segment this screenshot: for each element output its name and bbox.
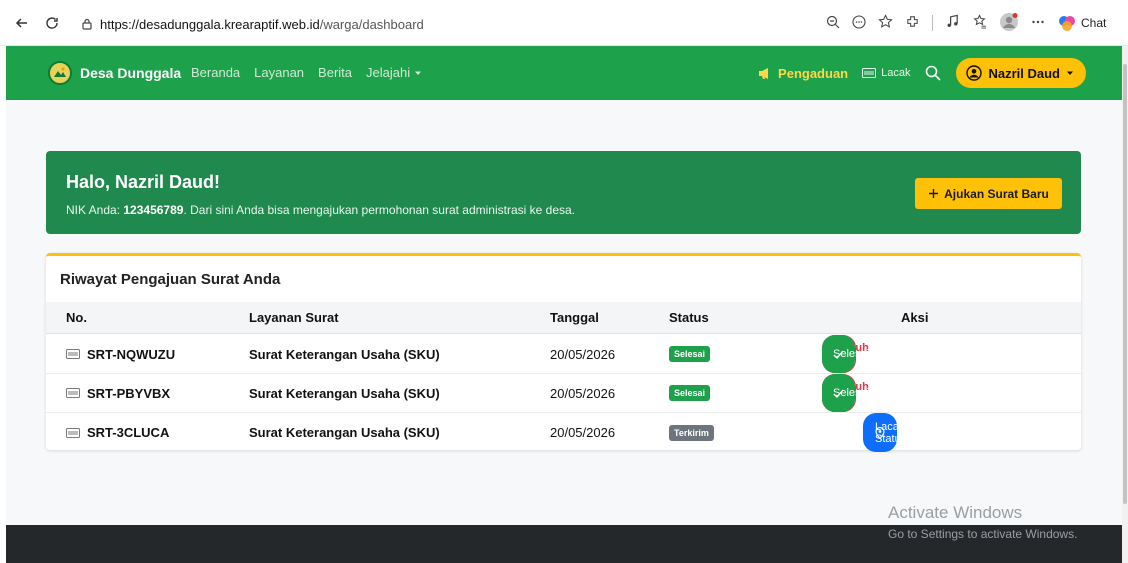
brand-name: Desa Dunggala bbox=[80, 65, 182, 81]
copilot-icon[interactable]: Chat bbox=[1057, 13, 1106, 33]
caret-down-icon bbox=[1067, 71, 1073, 75]
service-name: Surat Keterangan Usaha (SKU) bbox=[249, 425, 440, 440]
navbar-actions: Pengaduan Lacak Nazril Daud bbox=[758, 58, 1086, 88]
letter-number-text: SRT-3CLUCA bbox=[87, 425, 170, 440]
page-viewport: Desa Dunggala Beranda Layanan Berita Jel… bbox=[6, 46, 1122, 563]
status-cell: Selesai bbox=[669, 335, 711, 373]
village-logo-icon bbox=[48, 61, 72, 85]
menu-item-jelajahi[interactable]: Jelajahi bbox=[366, 65, 422, 80]
url-path: /warga/dashboard bbox=[319, 16, 424, 32]
collections-icon[interactable] bbox=[972, 14, 987, 32]
complaint-link[interactable]: Pengaduan bbox=[758, 66, 848, 81]
col-header-actions: Aksi bbox=[901, 310, 929, 325]
main-menu: Beranda Layanan Berita Jelajahi bbox=[191, 65, 422, 80]
back-arrow-icon[interactable] bbox=[12, 13, 32, 33]
user-menu-button[interactable]: Nazril Daud bbox=[956, 58, 1086, 88]
table-row: SRT-3CLUCA Surat Keterangan Usaha (SKU) … bbox=[46, 413, 1081, 452]
track-status-label: Lacak Status bbox=[875, 420, 907, 445]
refresh-icon[interactable] bbox=[42, 13, 62, 33]
history-title: Riwayat Pengajuan Surat Anda bbox=[60, 271, 281, 288]
nik-prefix: NIK Anda: bbox=[66, 203, 124, 217]
ticket-icon bbox=[66, 388, 80, 398]
track-status-button[interactable]: Lacak Status bbox=[863, 413, 906, 452]
new-letter-button[interactable]: Ajukan Surat Baru bbox=[915, 178, 1062, 209]
address-bar[interactable]: https://desadunggala.krearaptif.web.id/w… bbox=[72, 13, 902, 35]
caret-down-icon bbox=[415, 71, 422, 75]
menu-item-layanan[interactable]: Layanan bbox=[254, 65, 304, 80]
url-host: https://desadunggala.krearaptif.web.id bbox=[100, 16, 320, 32]
zoom-icon[interactable] bbox=[826, 15, 840, 32]
nik-value: 123456789 bbox=[123, 203, 184, 217]
status-cell: Terkirim bbox=[669, 413, 714, 452]
letter-number: SRT-PBYVBX bbox=[66, 374, 170, 412]
search-icon[interactable] bbox=[924, 64, 942, 82]
browser-toolbar: https://desadunggala.krearaptif.web.id/w… bbox=[0, 0, 1128, 46]
status-cell: Selesai bbox=[669, 374, 711, 412]
brand-link[interactable]: Desa Dunggala bbox=[48, 61, 181, 85]
activate-windows-watermark: Activate Windows Go to Settings to activ… bbox=[888, 503, 1077, 541]
plus-icon bbox=[929, 189, 939, 198]
nik-suffix: . Dari sini Anda bisa mengajukan permoho… bbox=[183, 203, 575, 217]
welcome-banner: Halo, Nazril Daud! NIK Anda: 123456789. … bbox=[46, 151, 1081, 234]
letter-number: SRT-3CLUCA bbox=[66, 413, 169, 452]
megaphone-icon bbox=[759, 67, 769, 79]
service-name: Surat Keterangan Usaha (SKU) bbox=[249, 346, 440, 362]
menu-item-jelajahi-label: Jelajahi bbox=[366, 65, 411, 80]
finished-button[interactable]: Selesai bbox=[822, 374, 869, 412]
col-header-status: Status bbox=[669, 310, 709, 325]
scrollbar-thumb[interactable] bbox=[1123, 64, 1127, 504]
track-link[interactable]: Lacak bbox=[862, 67, 910, 79]
table-header: No. Layanan Surat Tanggal Status Aksi bbox=[46, 302, 1081, 334]
status-badge: Selesai bbox=[669, 346, 711, 362]
letter-number-text: SRT-NQWUZU bbox=[87, 346, 176, 362]
status-badge: Terkirim bbox=[669, 424, 714, 441]
col-header-date: Tanggal bbox=[550, 310, 599, 325]
profile-avatar-icon[interactable] bbox=[999, 12, 1019, 35]
finished-label: Selesai bbox=[833, 348, 870, 360]
site-info-icon[interactable] bbox=[80, 17, 94, 31]
separator bbox=[932, 15, 933, 31]
letter-number-text: SRT-PBYVBX bbox=[87, 385, 171, 401]
favorite-star-icon[interactable] bbox=[878, 14, 893, 32]
table-row: SRT-NQWUZU Surat Keterangan Usaha (SKU) … bbox=[46, 335, 1081, 374]
col-header-service: Layanan Surat bbox=[249, 310, 339, 325]
user-name: Nazril Daud bbox=[988, 65, 1060, 81]
submission-date: 20/05/2026 bbox=[550, 346, 616, 362]
watermark-title: Activate Windows bbox=[888, 503, 1023, 522]
table-row: SRT-PBYVBX Surat Keterangan Usaha (SKU) … bbox=[46, 374, 1081, 413]
submission-date: 20/05/2026 bbox=[550, 385, 616, 401]
page-scrollbar[interactable] bbox=[1122, 46, 1128, 563]
nik-info: NIK Anda: 123456789. Dari sini Anda bisa… bbox=[66, 203, 575, 217]
site-navbar: Desa Dunggala Beranda Layanan Berita Jel… bbox=[6, 46, 1122, 100]
finished-label: Selesai bbox=[833, 387, 870, 399]
ticket-icon bbox=[66, 427, 80, 438]
status-badge: Selesai bbox=[669, 385, 711, 401]
chat-label: Chat bbox=[1081, 16, 1107, 30]
reader-icon[interactable] bbox=[852, 14, 866, 32]
user-circle-icon bbox=[966, 65, 983, 81]
music-icon[interactable] bbox=[945, 14, 960, 32]
new-letter-label: Ajukan Surat Baru bbox=[944, 186, 1049, 201]
watermark-subtitle: Go to Settings to activate Windows. bbox=[888, 527, 1078, 541]
col-header-no: No. bbox=[66, 310, 87, 325]
menu-item-beranda[interactable]: Beranda bbox=[191, 65, 240, 80]
browser-actions: Chat bbox=[826, 12, 1106, 34]
greeting-heading: Halo, Nazril Daud! bbox=[66, 172, 221, 192]
letter-number: SRT-NQWUZU bbox=[66, 335, 175, 373]
extensions-icon[interactable] bbox=[905, 14, 920, 32]
service-name: Surat Keterangan Usaha (SKU) bbox=[249, 385, 440, 401]
menu-item-berita[interactable]: Berita bbox=[318, 65, 352, 80]
ticket-icon bbox=[66, 349, 80, 359]
track-label: Lacak bbox=[881, 67, 911, 79]
submission-date: 20/05/2026 bbox=[550, 425, 616, 440]
finished-button[interactable]: Selesai bbox=[822, 335, 869, 373]
barcode-icon bbox=[862, 68, 877, 78]
more-icon[interactable] bbox=[1031, 15, 1045, 32]
complaint-label: Pengaduan bbox=[778, 65, 849, 81]
history-card: Riwayat Pengajuan Surat Anda No. Layanan… bbox=[46, 253, 1081, 452]
